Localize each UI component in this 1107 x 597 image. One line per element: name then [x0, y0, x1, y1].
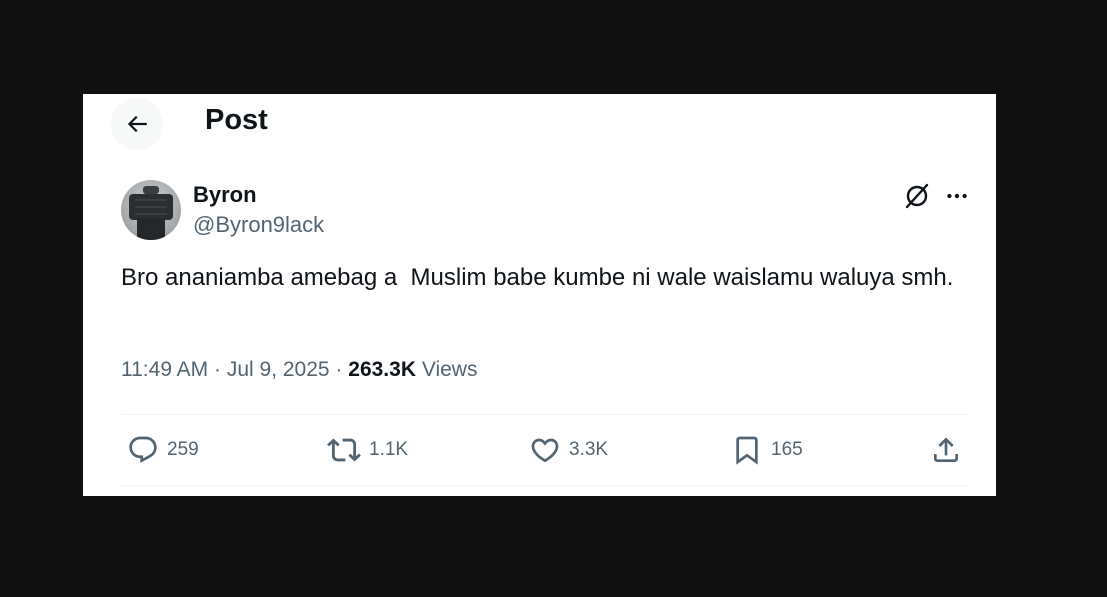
- post-card: Post Byron @Byron9lack Bro ananiamba ame…: [83, 94, 996, 496]
- repost-button[interactable]: 1.1K: [327, 414, 408, 486]
- tweet-text: Bro ananiamba amebag a Muslim babe kumbe…: [121, 264, 954, 291]
- meta-separator: ·: [208, 358, 227, 381]
- more-horizontal-icon: [947, 193, 967, 199]
- tweet-time[interactable]: 11:49 AM: [121, 358, 208, 381]
- repost-icon: [327, 438, 361, 462]
- bookmark-button[interactable]: 165: [731, 414, 803, 486]
- share-icon: [934, 437, 958, 462]
- action-bar: 259 1.1K 3.3K 165: [121, 414, 970, 486]
- heart-icon: [531, 438, 559, 463]
- back-button[interactable]: [111, 98, 163, 150]
- meta-separator: ·: [329, 358, 349, 381]
- reply-count: 259: [167, 439, 199, 460]
- avatar-image: [129, 186, 173, 240]
- author-display-name[interactable]: Byron: [193, 182, 257, 208]
- tweet-date[interactable]: Jul 9, 2025: [227, 358, 330, 381]
- repost-count: 1.1K: [369, 439, 409, 460]
- like-count: 3.3K: [569, 439, 609, 460]
- grok-icon: [905, 183, 929, 209]
- like-button[interactable]: 3.3K: [529, 414, 608, 486]
- reply-button[interactable]: 259: [127, 414, 199, 486]
- share-button[interactable]: [930, 414, 962, 486]
- page-title: Post: [205, 104, 268, 136]
- views-count: 263.3K: [348, 358, 416, 381]
- more-options-button[interactable]: [941, 180, 973, 212]
- views-label: Views: [415, 358, 478, 381]
- post-header: Post: [83, 94, 996, 150]
- grok-button[interactable]: [901, 180, 933, 212]
- avatar[interactable]: [121, 180, 181, 240]
- tweet-metadata: 11:49 AM · Jul 9, 2025 · 263.3K Views: [121, 358, 477, 382]
- reply-icon: [129, 436, 157, 463]
- author-handle[interactable]: @Byron9lack: [193, 212, 324, 238]
- bookmark-icon: [736, 436, 758, 465]
- arrow-left-icon: [127, 115, 147, 133]
- divider: [121, 485, 970, 486]
- bookmark-count: 165: [771, 439, 803, 460]
